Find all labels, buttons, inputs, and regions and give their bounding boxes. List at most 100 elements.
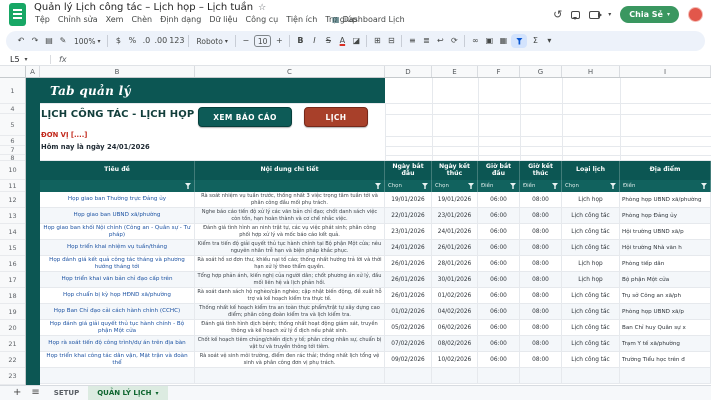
cell-location[interactable]: Phòng họp Đảng ủy bbox=[620, 208, 711, 223]
cell-location[interactable]: Phòng họp UBND xã/phường bbox=[620, 192, 711, 207]
filter-cell[interactable]: Điền bbox=[520, 180, 562, 192]
menu-item[interactable]: Dữ liệu bbox=[205, 15, 241, 24]
filter-funnel-icon[interactable] bbox=[422, 183, 428, 189]
cell-start-time[interactable] bbox=[478, 368, 520, 383]
cell-end-time[interactable]: 08:00 bbox=[520, 320, 562, 335]
row-header[interactable]: 15 bbox=[0, 240, 25, 256]
column-header[interactable]: G bbox=[520, 66, 562, 77]
filter-funnel-icon[interactable] bbox=[375, 183, 381, 189]
cell-start-date[interactable]: 23/01/2026 bbox=[385, 224, 432, 239]
filter-cell[interactable]: Điền bbox=[478, 180, 520, 192]
cell-end-time[interactable]: 08:00 bbox=[520, 288, 562, 303]
cell-location[interactable]: Ban Chỉ huy Quân sự x bbox=[620, 320, 711, 335]
cell-end-date[interactable]: 30/01/2026 bbox=[432, 272, 478, 287]
filter-cell[interactable]: Chọn bbox=[385, 180, 432, 192]
cell-description[interactable]: Đánh giá tình hình dịch bệnh; thống nhất… bbox=[195, 320, 385, 335]
cell-start-time[interactable]: 06:00 bbox=[478, 224, 520, 239]
cell-end-date[interactable]: 01/02/2026 bbox=[432, 288, 478, 303]
cell-schedule-type[interactable]: Lịch công tác bbox=[562, 352, 620, 367]
row-header[interactable]: 12 bbox=[0, 192, 25, 208]
menu-item[interactable]: Định dạng bbox=[156, 15, 205, 24]
cell-end-date[interactable]: 24/01/2026 bbox=[432, 224, 478, 239]
cell-start-time[interactable]: 06:00 bbox=[478, 192, 520, 207]
cell-description[interactable]: Rà soát danh sách hộ nghèo/cận nghèo; cậ… bbox=[195, 288, 385, 303]
increase-decimal-button[interactable]: .00 bbox=[154, 34, 167, 48]
column-header[interactable]: B bbox=[40, 66, 195, 77]
insert-link-button[interactable]: ∞ bbox=[469, 34, 481, 48]
filter-funnel-icon[interactable] bbox=[701, 183, 707, 189]
share-button[interactable]: Chia Sẻ ▾ bbox=[620, 6, 679, 23]
view-report-button[interactable]: XEM BÁO CÁO bbox=[198, 107, 292, 127]
cell-start-time[interactable]: 06:00 bbox=[478, 208, 520, 223]
cell-schedule-type[interactable]: Lịch công tác bbox=[562, 288, 620, 303]
cell-end-date[interactable]: 28/01/2026 bbox=[432, 256, 478, 271]
cell-start-time[interactable]: 06:00 bbox=[478, 256, 520, 271]
select-all-corner[interactable] bbox=[0, 66, 26, 77]
cell-title[interactable]: Họp triển khai công tác dân vận, Mặt trậ… bbox=[40, 352, 195, 367]
add-sheet-icon[interactable]: + bbox=[8, 388, 26, 398]
cell-title[interactable]: Họp đánh giá kết quả công tác tháng và p… bbox=[40, 256, 195, 271]
cell-end-date[interactable]: 26/01/2026 bbox=[432, 240, 478, 255]
zoom-select[interactable]: 100% ▾ bbox=[71, 34, 103, 48]
cell-description[interactable]: Tổng hợp phản ánh, kiến nghị của người d… bbox=[195, 272, 385, 287]
cell-location[interactable]: Hội trường UBND xã/p bbox=[620, 224, 711, 239]
cell-schedule-type[interactable]: Lịch công tác bbox=[562, 304, 620, 319]
cell-title[interactable] bbox=[40, 368, 195, 383]
decrease-font-size-button[interactable]: − bbox=[240, 34, 252, 48]
cell-end-time[interactable]: 08:00 bbox=[520, 208, 562, 223]
cell-title[interactable]: Họp đánh giá giải quyết thủ tục hành chí… bbox=[40, 320, 195, 335]
tab-options-icon[interactable]: ▾ bbox=[156, 390, 159, 397]
cell-title[interactable]: Họp rà soát tiến độ công trình/dự án trê… bbox=[40, 336, 195, 351]
cell-schedule-type[interactable]: Lịch công tác bbox=[562, 320, 620, 335]
cell-end-date[interactable]: 06/02/2026 bbox=[432, 320, 478, 335]
cell-location[interactable]: Hội trường Nhà văn h bbox=[620, 240, 711, 255]
row-header[interactable]: 19 bbox=[0, 304, 25, 320]
cell-title[interactable]: Họp Ban Chỉ đạo cải cách hành chính (CCH… bbox=[40, 304, 195, 319]
filter-funnel-icon[interactable] bbox=[185, 183, 191, 189]
cell-start-date[interactable] bbox=[385, 368, 432, 383]
menu-item[interactable]: Xem bbox=[102, 15, 128, 24]
lich-button[interactable]: LỊCH bbox=[304, 107, 368, 127]
row-header[interactable]: 20 bbox=[0, 320, 25, 336]
comment-icon[interactable] bbox=[571, 11, 580, 19]
cell-title[interactable]: Họp triển khai nhiệm vụ tuần/tháng bbox=[40, 240, 195, 255]
table-header-cell[interactable]: Nội dung chi tiết bbox=[195, 161, 385, 180]
cell-description[interactable] bbox=[195, 368, 385, 383]
column-header[interactable]: C bbox=[195, 66, 385, 77]
cell-description[interactable]: Kiểm tra tiến độ giải quyết thủ tục hành… bbox=[195, 240, 385, 255]
horizontal-align-button[interactable]: ≡ bbox=[406, 34, 418, 48]
more-toolbar-options[interactable]: ▾ bbox=[543, 34, 555, 48]
paint-format-button[interactable]: ✎ bbox=[57, 34, 69, 48]
filter-button-active[interactable] bbox=[511, 34, 527, 48]
cell-schedule-type[interactable]: Lịch họp bbox=[562, 272, 620, 287]
row-header[interactable]: 17 bbox=[0, 272, 25, 288]
table-header-cell[interactable]: Loại lịch bbox=[562, 161, 620, 180]
cell-location[interactable]: Phòng tiếp dân bbox=[620, 256, 711, 271]
row-header[interactable]: 6 bbox=[0, 136, 25, 146]
column-header[interactable]: F bbox=[478, 66, 520, 77]
format-currency-button[interactable]: $ bbox=[112, 34, 124, 48]
vertical-align-button[interactable]: ≣ bbox=[420, 34, 432, 48]
strikethrough-button[interactable]: S bbox=[322, 34, 334, 48]
cell-start-time[interactable]: 06:00 bbox=[478, 304, 520, 319]
column-header[interactable]: I bbox=[620, 66, 711, 77]
cell-end-time[interactable]: 08:00 bbox=[520, 224, 562, 239]
cell-start-date[interactable]: 09/02/2026 bbox=[385, 352, 432, 367]
cell-start-date[interactable]: 22/01/2026 bbox=[385, 208, 432, 223]
cell-end-date[interactable]: 19/01/2026 bbox=[432, 192, 478, 207]
menu-item[interactable]: Chỉnh sửa bbox=[54, 15, 102, 24]
cell-title[interactable]: Họp giao ban Thường trực Đảng ủy bbox=[40, 192, 195, 207]
italic-button[interactable]: I bbox=[308, 34, 320, 48]
row-header[interactable]: 1 bbox=[0, 78, 25, 104]
table-header-cell[interactable]: Ngày kết thúc bbox=[432, 161, 478, 180]
cell-start-time[interactable]: 06:00 bbox=[478, 352, 520, 367]
undo-button[interactable]: ↶ bbox=[15, 34, 27, 48]
cell-end-date[interactable]: 04/02/2026 bbox=[432, 304, 478, 319]
cell-end-time[interactable] bbox=[520, 368, 562, 383]
text-color-button[interactable]: A bbox=[336, 34, 348, 48]
cell-schedule-type[interactable]: Lịch công tác bbox=[562, 224, 620, 239]
row-header[interactable]: 18 bbox=[0, 288, 25, 304]
sheet-tab-setup[interactable]: SETUP bbox=[45, 386, 88, 400]
table-header-cell[interactable]: Giờ bắt đầu bbox=[478, 161, 520, 180]
avatar[interactable] bbox=[688, 7, 703, 22]
